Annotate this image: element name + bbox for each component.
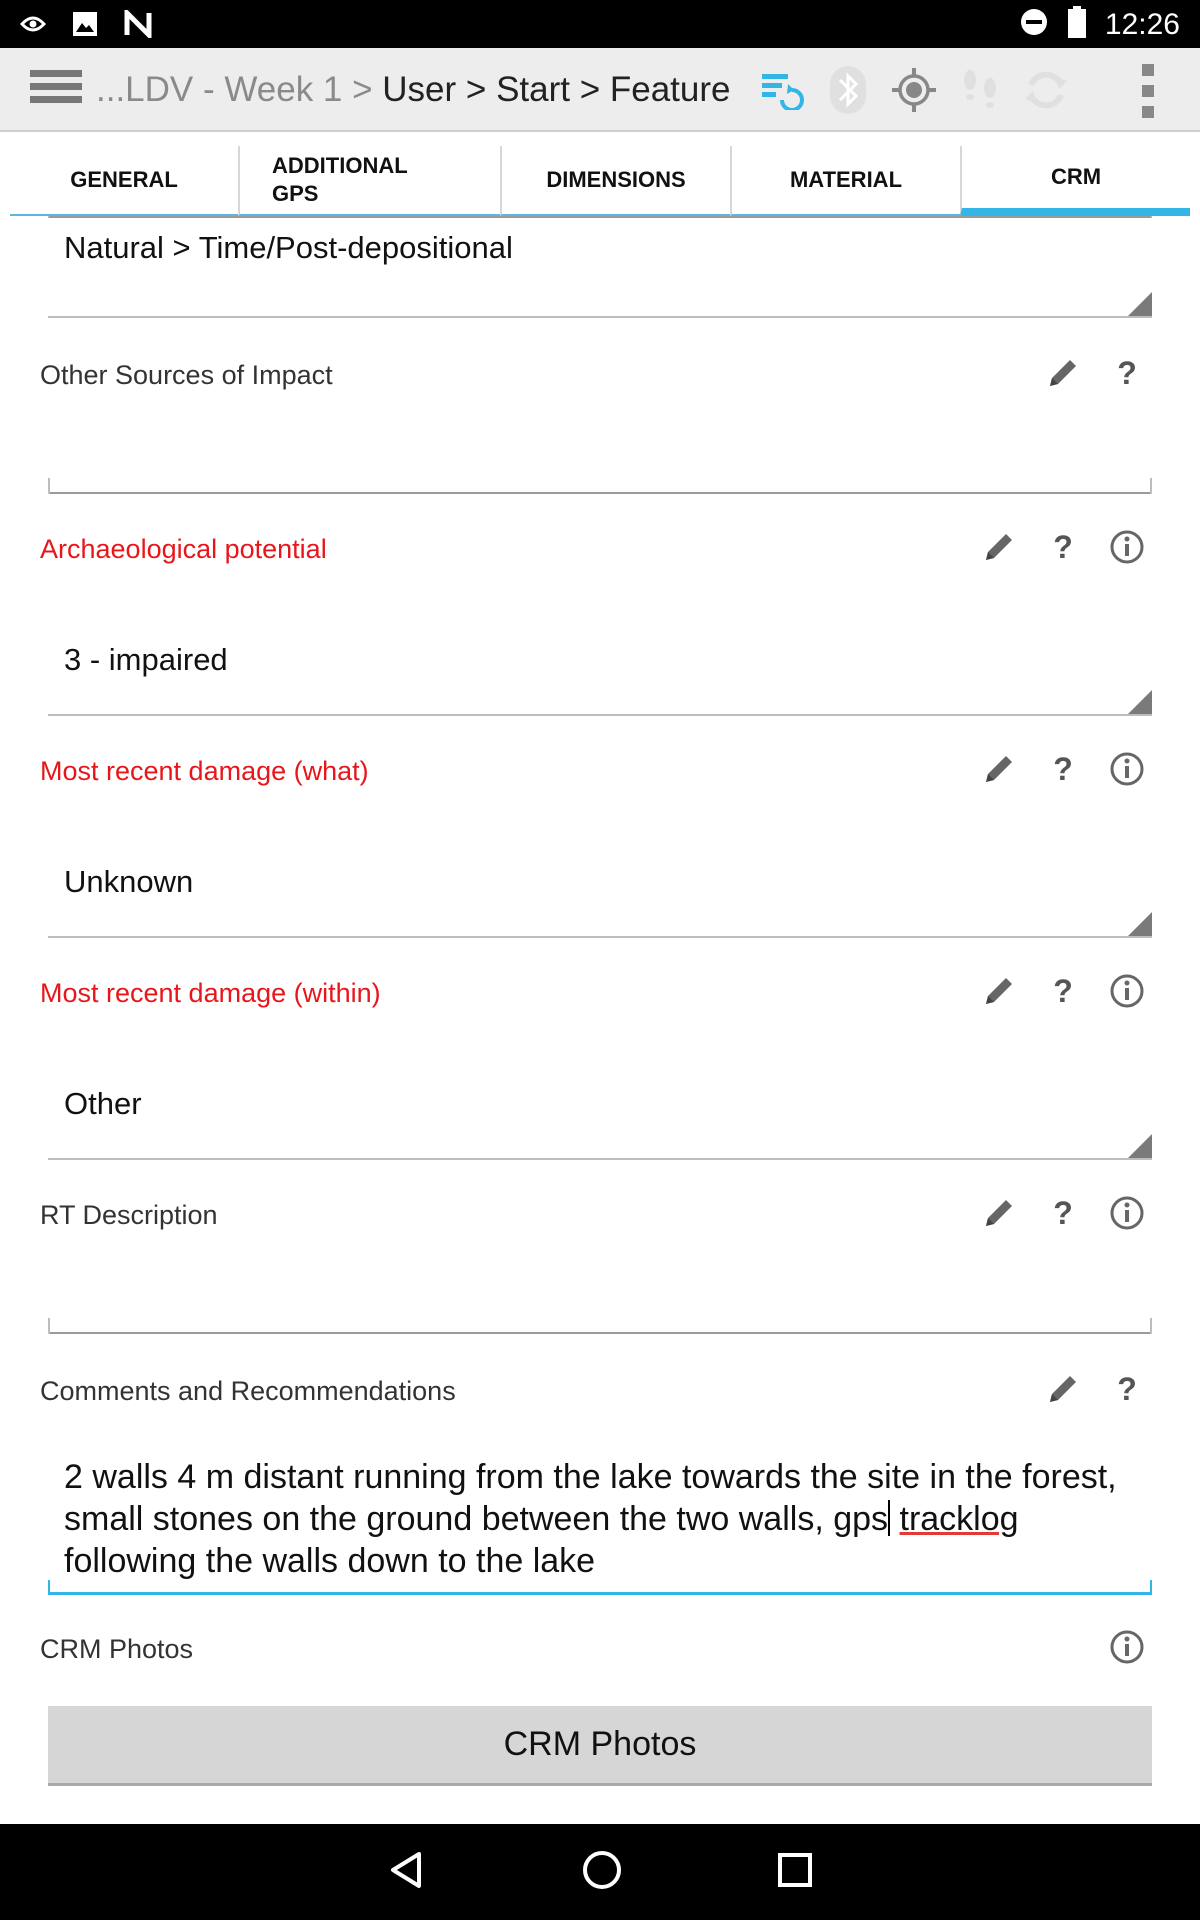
comments-underline-focused [48, 1592, 1152, 1595]
edit-pencil-icon[interactable] [1044, 1370, 1082, 1408]
hamburger-menu-icon[interactable] [30, 70, 82, 110]
breadcrumb[interactable]: ...LDV - Week 1 > User > Start > Feature [96, 68, 731, 112]
arch-potential-select[interactable]: 3 - impaired [64, 642, 228, 678]
tab-general[interactable]: GENERAL [10, 146, 238, 216]
dropdown-corner-icon[interactable] [1128, 292, 1152, 316]
breadcrumb-project: ...LDV - Week 1 > [96, 70, 383, 109]
clock: 12:26 [1104, 7, 1180, 41]
back-icon[interactable] [387, 1850, 427, 1895]
tab-bar: GENERAL ADDITIONAL GPS DIMENSIONS MATERIA… [10, 146, 1190, 216]
damage-within-label: Most recent damage (within) [40, 978, 381, 1008]
crm-photos-button[interactable]: CRM Photos [48, 1706, 1152, 1786]
info-icon[interactable] [1108, 1628, 1146, 1666]
comments-text-part2: following the walls down to the lake [64, 1542, 596, 1580]
image-icon [72, 11, 98, 42]
info-icon[interactable] [1108, 750, 1146, 788]
status-bar: 12:26 [0, 0, 1200, 48]
info-icon[interactable] [1108, 1194, 1146, 1232]
comments-misspelled-word: tracklog [899, 1500, 1019, 1538]
tab-dimensions[interactable]: DIMENSIONS [500, 146, 730, 216]
tracklog-icon[interactable] [956, 66, 1004, 114]
tab-material[interactable]: MATERIAL [730, 146, 960, 216]
damage-what-label: Most recent damage (what) [40, 756, 369, 786]
text-cursor [888, 1500, 891, 1536]
dropdown-corner-icon[interactable] [1128, 690, 1152, 714]
sync-icon[interactable] [758, 66, 806, 114]
damage-what-underline [48, 936, 1152, 938]
damage-within-underline [48, 1158, 1152, 1160]
crm-photos-label: CRM Photos [40, 1634, 194, 1664]
nvidia-icon [19, 14, 47, 39]
impact-select[interactable]: Natural > Time/Post-depositional [64, 230, 513, 266]
edit-pencil-icon[interactable] [1044, 354, 1082, 392]
info-icon[interactable] [1108, 528, 1146, 566]
arch-potential-underline [48, 714, 1152, 716]
impact-select-underline [48, 316, 1152, 318]
other-sources-label: Other Sources of Impact [40, 360, 333, 390]
textbox-right-edge [1150, 478, 1152, 494]
tab-additional-gps[interactable]: ADDITIONAL GPS [238, 146, 500, 216]
edit-pencil-icon[interactable] [980, 1194, 1018, 1232]
help-question-icon[interactable]: ? [1108, 1370, 1146, 1408]
home-icon[interactable] [581, 1849, 623, 1896]
rt-description-input[interactable] [48, 1256, 1152, 1302]
textbox-left-edge [48, 1318, 50, 1334]
help-question-icon[interactable]: ? [1108, 354, 1146, 392]
other-sources-underline [48, 492, 1152, 494]
edit-pencil-icon[interactable] [980, 972, 1018, 1010]
edit-pencil-icon[interactable] [980, 750, 1018, 788]
overflow-menu-icon[interactable] [1138, 64, 1158, 118]
gps-icon[interactable] [890, 66, 938, 114]
breadcrumb-path: User > Start > Feature [382, 70, 731, 109]
do-not-disturb-icon [1019, 7, 1049, 42]
info-icon[interactable] [1108, 972, 1146, 1010]
comments-label: Comments and Recommendations [40, 1376, 456, 1406]
help-question-icon[interactable]: ? [1044, 528, 1082, 566]
comments-textarea[interactable]: 2 walls 4 m distant running from the lak… [64, 1456, 1144, 1582]
recents-icon[interactable] [777, 1852, 813, 1893]
textbox-left-edge [48, 478, 50, 494]
textbox-left-edge [48, 1580, 50, 1594]
help-question-icon[interactable]: ? [1044, 972, 1082, 1010]
app-toolbar: ...LDV - Week 1 > User > Start > Feature [0, 48, 1200, 132]
damage-within-select[interactable]: Other [64, 1086, 142, 1122]
dropdown-corner-icon[interactable] [1128, 1134, 1152, 1158]
help-question-icon[interactable]: ? [1044, 1194, 1082, 1232]
damage-what-select[interactable]: Unknown [64, 864, 193, 900]
arch-potential-label: Archaeological potential [40, 534, 327, 564]
other-sources-input[interactable] [48, 216, 1152, 218]
dropdown-corner-icon[interactable] [1128, 912, 1152, 936]
textbox-right-edge [1150, 1580, 1152, 1594]
rt-description-underline [48, 1332, 1152, 1334]
system-nav-bar [0, 1824, 1200, 1920]
tab-crm[interactable]: CRM [960, 146, 1190, 216]
battery-icon [1067, 6, 1087, 43]
help-question-icon[interactable]: ? [1044, 750, 1082, 788]
edit-pencil-icon[interactable] [980, 528, 1018, 566]
textbox-right-edge [1150, 1318, 1152, 1334]
refresh-icon[interactable] [1022, 66, 1070, 114]
rt-description-label: RT Description [40, 1200, 218, 1230]
notification-n-icon [124, 6, 152, 43]
bluetooth-icon[interactable] [824, 66, 872, 114]
form-content: Natural > Time/Post-depositional Other S… [0, 216, 1200, 1824]
